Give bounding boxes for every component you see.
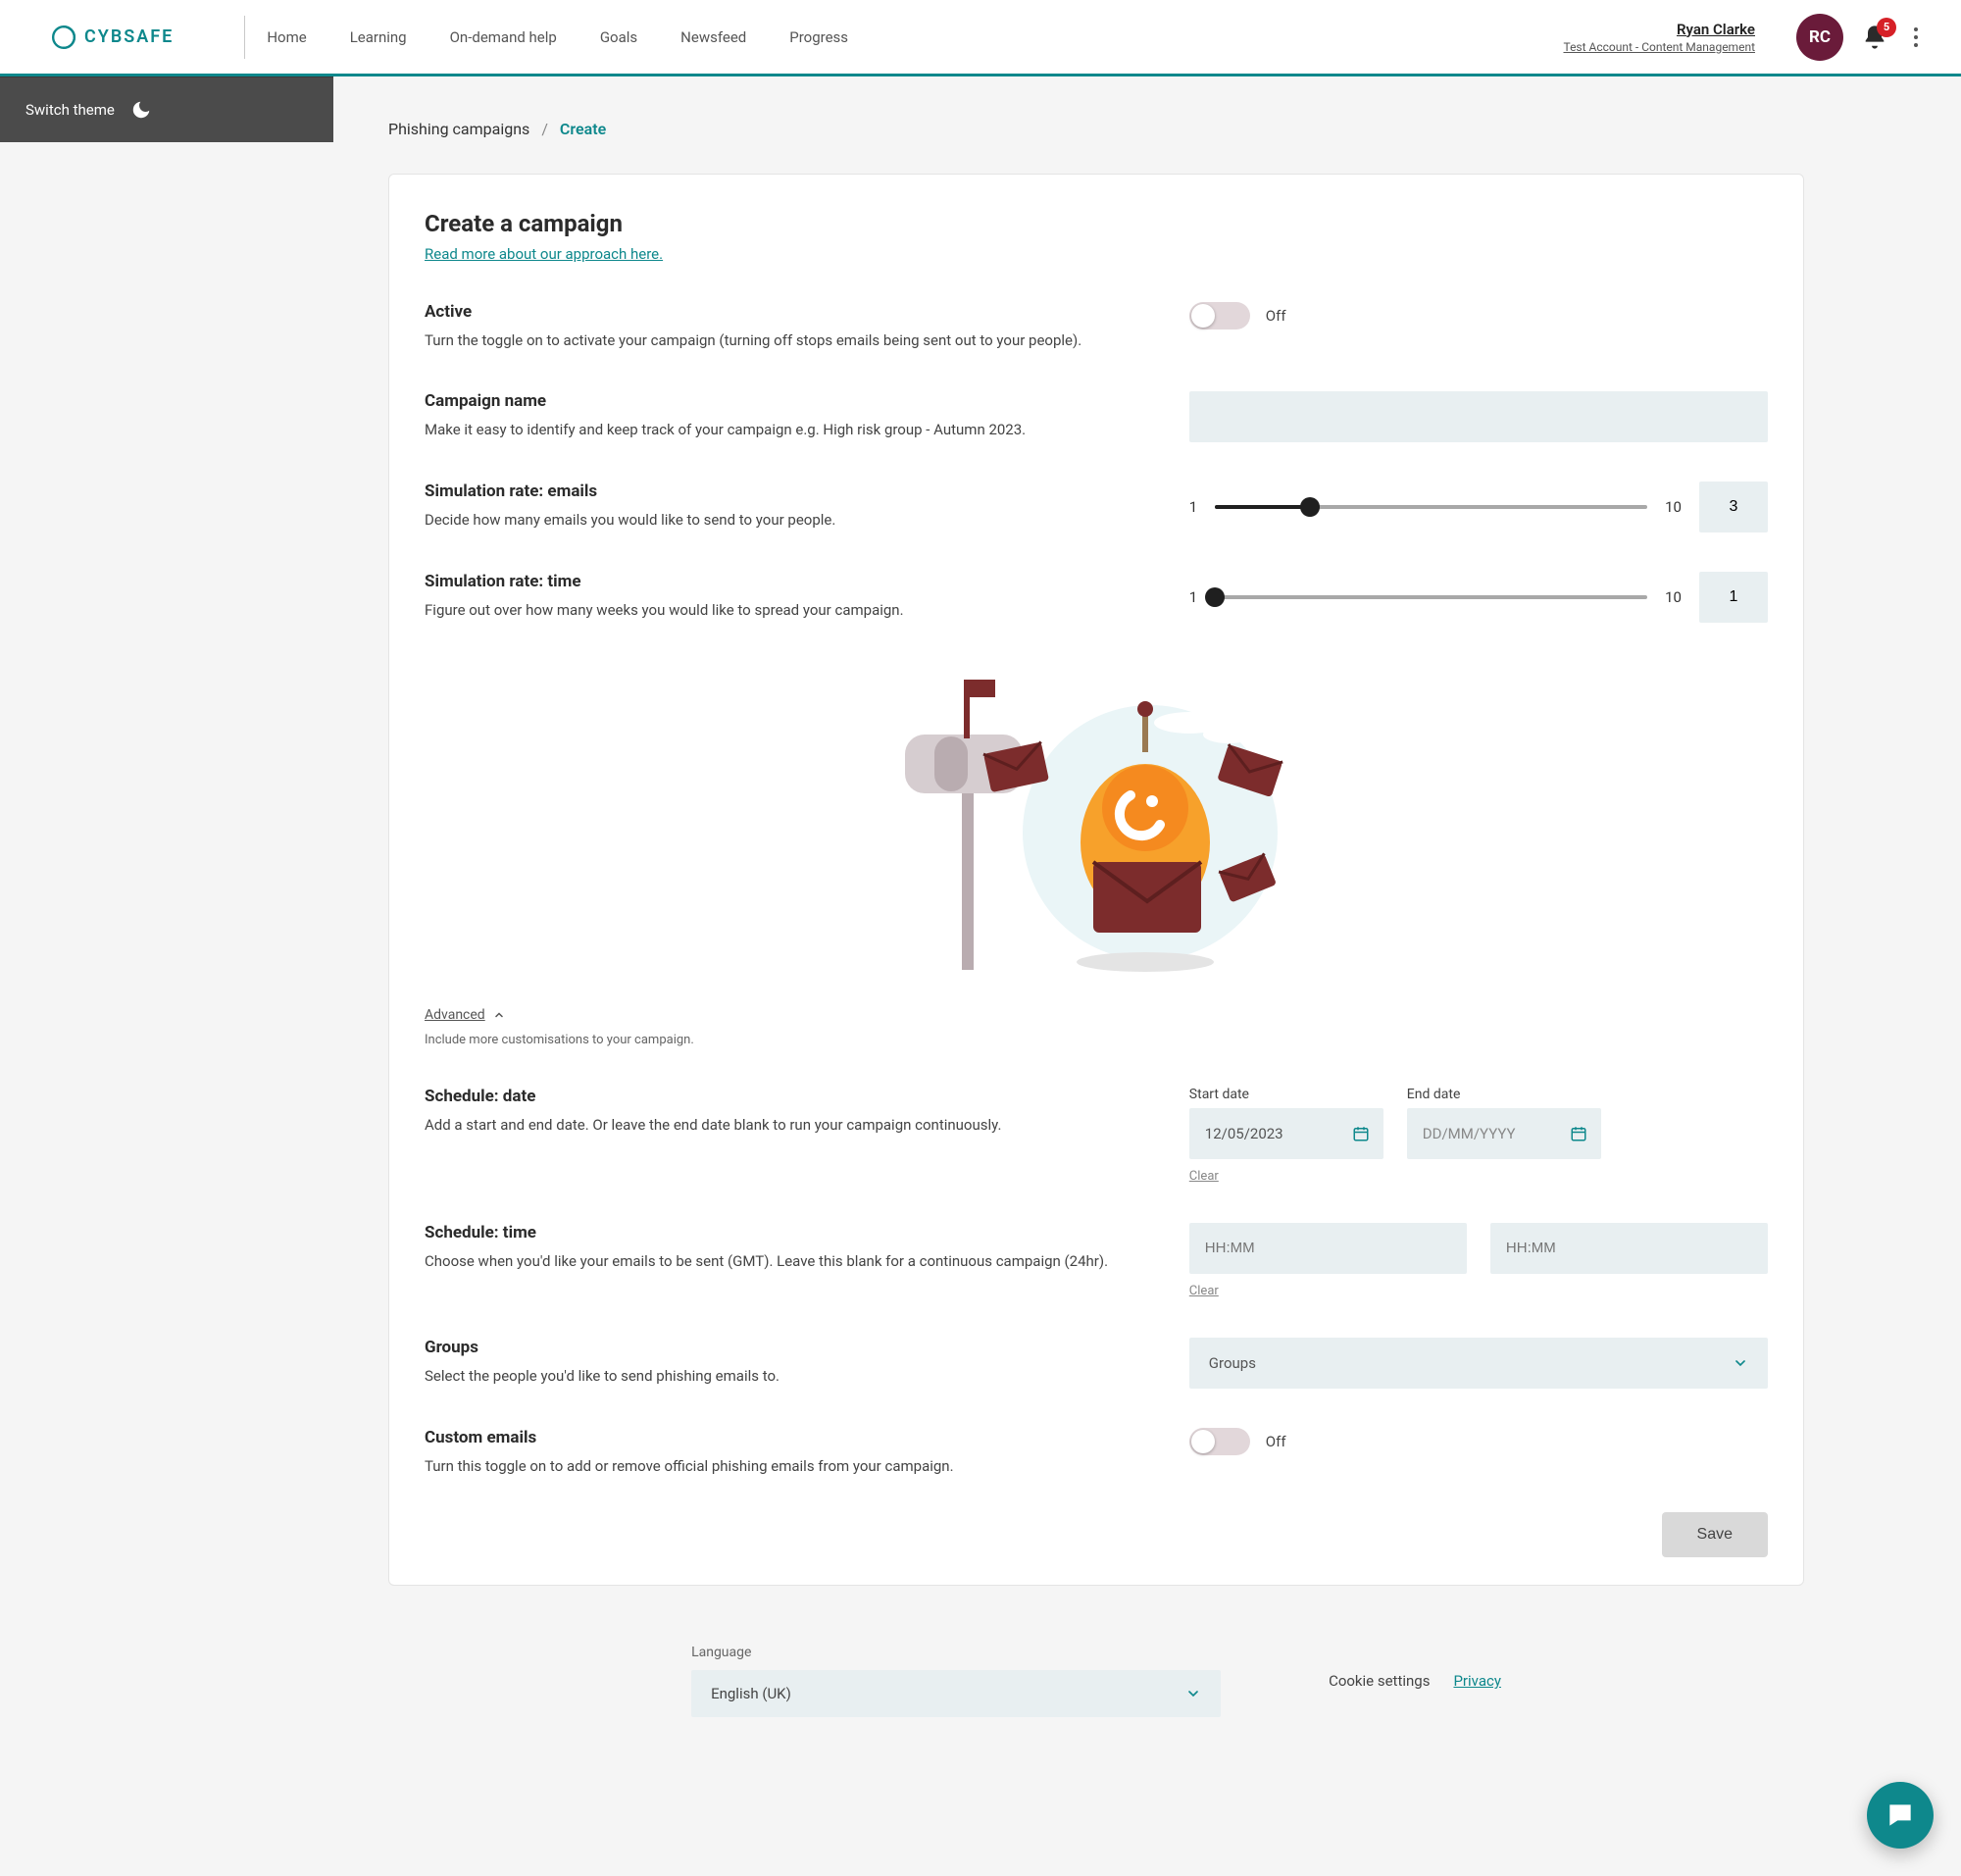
nav-newsfeed[interactable]: Newsfeed [659, 19, 768, 56]
sidebar: Switch theme [0, 76, 333, 1876]
rate-time-slider[interactable] [1215, 595, 1647, 599]
nav-home[interactable]: Home [245, 19, 327, 56]
rate-emails-min: 1 [1189, 498, 1197, 516]
mailbox-robot-icon [885, 676, 1307, 980]
active-desc: Turn the toggle on to activate your camp… [425, 330, 1150, 352]
brand-name: CYBSAFE [84, 26, 174, 47]
advanced-toggle[interactable]: Advanced [425, 1007, 505, 1023]
nav-help[interactable]: On-demand help [428, 19, 578, 56]
rate-time-value[interactable] [1699, 572, 1768, 623]
privacy-link[interactable]: Privacy [1453, 1672, 1500, 1690]
schedule-time-desc: Choose when you'd like your emails to be… [425, 1250, 1150, 1273]
notification-badge: 5 [1877, 18, 1896, 37]
language-label: Language [691, 1645, 1221, 1660]
moon-icon [130, 99, 152, 121]
chat-bubble-icon [1885, 1800, 1916, 1831]
custom-emails-label: Custom emails [425, 1428, 1150, 1447]
chevron-down-icon [1185, 1686, 1201, 1701]
clear-start-date[interactable]: Clear [1189, 1169, 1601, 1184]
active-toggle-state: Off [1266, 307, 1286, 325]
avatar[interactable]: RC [1796, 14, 1843, 61]
schedule-date-desc: Add a start and end date. Or leave the e… [425, 1114, 1150, 1137]
rate-emails-value[interactable] [1699, 482, 1768, 532]
nav-goals[interactable]: Goals [578, 19, 659, 56]
switch-theme-label: Switch theme [25, 101, 115, 119]
custom-emails-desc: Turn this toggle on to add or remove off… [425, 1455, 1150, 1478]
language-value: English (UK) [711, 1685, 791, 1702]
schedule-date-label: Schedule: date [425, 1087, 1150, 1106]
groups-select-text: Groups [1209, 1354, 1256, 1372]
rate-time-desc: Figure out over how many weeks you would… [425, 599, 1150, 622]
main-content: Phishing campaigns / Create Create a cam… [333, 76, 1961, 1876]
end-date-sublabel: End date [1407, 1087, 1601, 1102]
primary-nav: Home Learning On-demand help Goals Newsf… [245, 19, 870, 56]
start-date-input[interactable]: 12/05/2023 [1189, 1108, 1383, 1159]
campaign-name-input[interactable] [1189, 391, 1768, 442]
active-toggle[interactable] [1189, 302, 1250, 330]
start-time-input[interactable] [1189, 1223, 1467, 1274]
brand-mark-icon [51, 25, 76, 50]
page-title: Create a campaign [425, 210, 1768, 237]
breadcrumb-current: Create [560, 120, 606, 138]
brand-logo[interactable]: CYBSAFE [51, 25, 174, 50]
campaign-illustration [425, 676, 1768, 980]
schedule-time-label: Schedule: time [425, 1223, 1150, 1242]
nav-learning[interactable]: Learning [328, 19, 428, 56]
rate-emails-max: 10 [1665, 498, 1682, 516]
groups-select[interactable]: Groups [1189, 1338, 1768, 1389]
active-label: Active [425, 302, 1150, 322]
advanced-label: Advanced [425, 1007, 485, 1023]
rate-emails-slider[interactable] [1215, 505, 1647, 509]
calendar-icon [1352, 1125, 1370, 1142]
nav-progress[interactable]: Progress [768, 19, 870, 56]
chevron-down-icon [1733, 1355, 1748, 1371]
groups-desc: Select the people you'd like to send phi… [425, 1365, 1150, 1388]
cookie-settings-link[interactable]: Cookie settings [1329, 1672, 1430, 1690]
calendar-icon [1570, 1125, 1587, 1142]
end-time-input[interactable] [1490, 1223, 1768, 1274]
notifications-button[interactable]: 5 [1861, 24, 1888, 51]
breadcrumb: Phishing campaigns / Create [388, 120, 1804, 138]
language-select[interactable]: English (UK) [691, 1670, 1221, 1717]
rate-time-max: 10 [1665, 588, 1682, 606]
groups-label: Groups [425, 1338, 1150, 1357]
create-campaign-card: Create a campaign Read more about our ap… [388, 174, 1804, 1586]
clear-time[interactable]: Clear [1189, 1284, 1768, 1298]
approach-link[interactable]: Read more about our approach here. [425, 245, 663, 263]
name-desc: Make it easy to identify and keep track … [425, 419, 1150, 441]
page-footer: Language English (UK) Cookie settings Pr… [388, 1645, 1804, 1717]
end-date-placeholder: DD/MM/YYYY [1423, 1125, 1516, 1142]
end-date-input[interactable]: DD/MM/YYYY [1407, 1108, 1601, 1159]
advanced-caption: Include more customisations to your camp… [425, 1033, 1768, 1047]
custom-emails-state: Off [1266, 1433, 1286, 1450]
chat-widget-button[interactable] [1867, 1782, 1934, 1849]
breadcrumb-sep: / [541, 120, 548, 138]
custom-emails-toggle[interactable] [1189, 1428, 1250, 1455]
save-button[interactable]: Save [1662, 1512, 1768, 1557]
more-menu-button[interactable] [1906, 20, 1926, 55]
start-date-value: 12/05/2023 [1205, 1125, 1283, 1142]
switch-theme-button[interactable]: Switch theme [0, 77, 333, 142]
chevron-up-icon [493, 1009, 505, 1021]
user-block[interactable]: Ryan Clarke Test Account - Content Manag… [1563, 21, 1755, 54]
rate-time-min: 1 [1189, 588, 1197, 606]
user-name: Ryan Clarke [1677, 21, 1755, 38]
user-account: Test Account - Content Management [1563, 40, 1755, 54]
start-date-sublabel: Start date [1189, 1087, 1383, 1102]
name-label: Campaign name [425, 391, 1150, 411]
rate-time-label: Simulation rate: time [425, 572, 1150, 591]
rate-emails-desc: Decide how many emails you would like to… [425, 509, 1150, 532]
rate-emails-label: Simulation rate: emails [425, 482, 1150, 501]
breadcrumb-root[interactable]: Phishing campaigns [388, 120, 529, 138]
